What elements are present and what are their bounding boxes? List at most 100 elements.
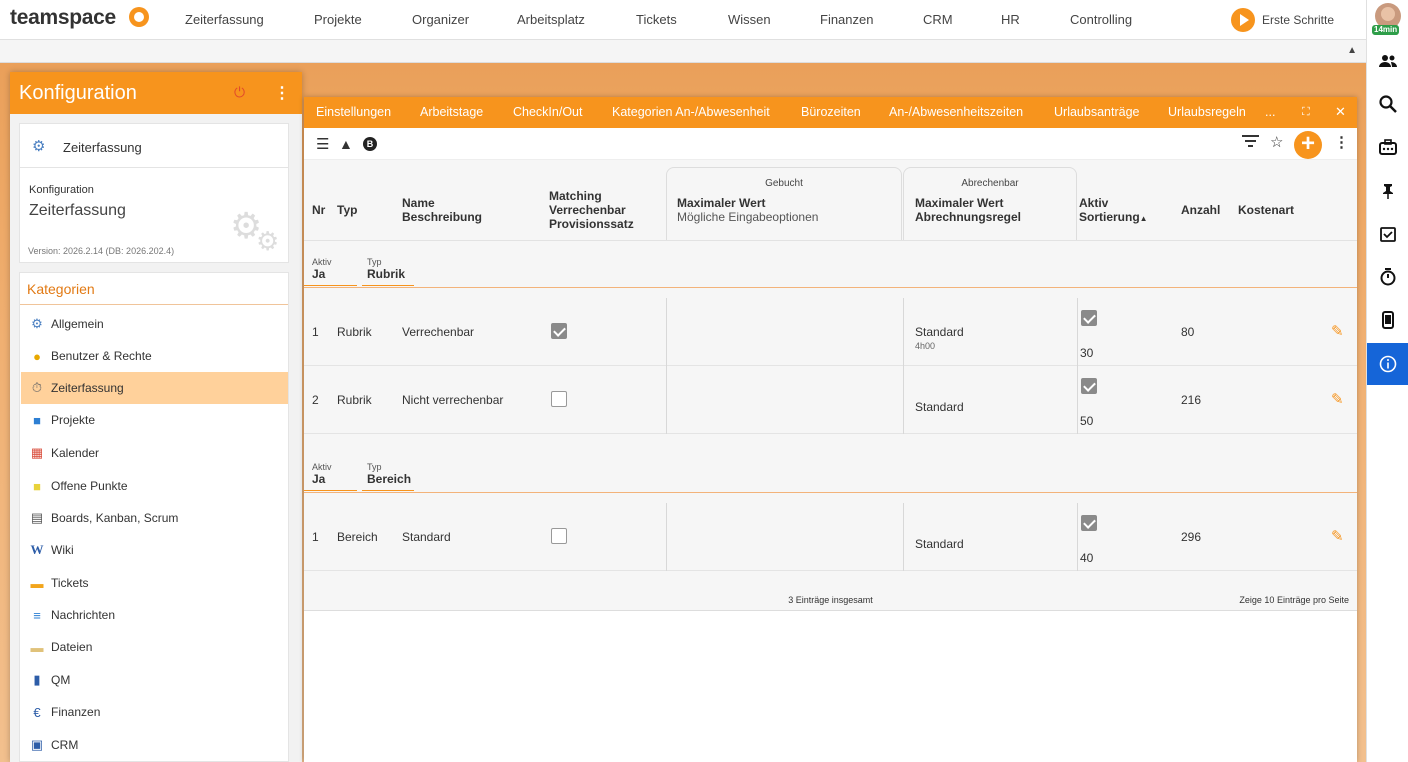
category-projekte[interactable]: ■ Projekte: [21, 404, 288, 436]
category-qm[interactable]: ▮ QM: [21, 664, 288, 696]
col-sortierung-label: Sortierung: [1079, 210, 1140, 224]
tab-checkin-out[interactable]: CheckIn/Out: [513, 105, 582, 119]
col-max-wert-abrechenbar[interactable]: Maximaler Wert Abrechnungsregel: [915, 196, 1021, 224]
category-zeiterfassung[interactable]: ⏱ Zeiterfassung: [21, 372, 288, 404]
configuration-value: Zeiterfassung: [29, 202, 126, 219]
category-kalender[interactable]: ▦ Kalender: [21, 437, 288, 469]
fullscreen-icon[interactable]: ⛶: [1302, 106, 1310, 119]
table-row[interactable]: 2 Rubrik Nicht verrechenbar Standard 50 …: [304, 366, 1357, 434]
info-icon[interactable]: [1367, 343, 1408, 385]
col-matching[interactable]: Matching Verrechenbar Provisionssatz: [549, 189, 634, 231]
nav-projekte[interactable]: Projekte: [314, 12, 362, 27]
category-nachrichten[interactable]: ≡ Nachrichten: [21, 599, 288, 631]
category-crm[interactable]: ▣ CRM: [21, 729, 288, 761]
edit-icon[interactable]: ✎: [1331, 527, 1344, 545]
nav-crm[interactable]: CRM: [923, 12, 953, 27]
category-tickets[interactable]: ▬ Tickets: [21, 567, 288, 599]
col-beschreibung-label: Beschreibung: [402, 210, 483, 224]
col-verrechenbar-label: Verrechenbar: [549, 203, 626, 217]
more-vert-icon[interactable]: ⋮: [1334, 133, 1349, 151]
page-size-value[interactable]: 10: [1264, 595, 1274, 605]
category-label: Wiki: [51, 543, 74, 557]
more-vert-icon[interactable]: ⋮: [274, 83, 290, 103]
category-wiki[interactable]: W Wiki: [21, 534, 288, 566]
category-allgemein[interactable]: ⚙ Allgemein: [21, 308, 288, 340]
mobile-icon[interactable]: [1367, 300, 1408, 340]
table-row[interactable]: 1 Rubrik Verrechenbar Standard 4h00 30 8…: [304, 298, 1357, 366]
col-kostenart[interactable]: Kostenart: [1238, 203, 1294, 217]
tab-more[interactable]: ...: [1265, 105, 1275, 119]
task-check-icon[interactable]: [1367, 214, 1408, 254]
row-typ: Bereich: [337, 530, 378, 544]
search-icon[interactable]: [1367, 84, 1408, 124]
aktiv-checkbox[interactable]: [1081, 310, 1097, 326]
contact-card-icon: ▣: [30, 737, 44, 752]
row-anzahl: 80: [1181, 325, 1195, 339]
category-benutzer-rechte[interactable]: ● Benutzer & Rechte: [21, 340, 288, 372]
edit-icon[interactable]: ✎: [1331, 390, 1344, 408]
menu-icon[interactable]: ☰: [316, 135, 329, 153]
nav-controlling[interactable]: Controlling: [1070, 12, 1132, 27]
aktiv-checkbox[interactable]: [1081, 515, 1097, 531]
verrechenbar-checkbox[interactable]: [551, 391, 567, 407]
nav-finanzen[interactable]: Finanzen: [820, 12, 873, 27]
collapse-strip: ▲: [0, 40, 1366, 63]
power-icon[interactable]: ⏻: [234, 84, 245, 101]
verrechenbar-checkbox[interactable]: [551, 323, 567, 339]
table-row[interactable]: 1 Bereich Standard Standard 40 296 ✎: [304, 503, 1357, 571]
category-dateien[interactable]: ▬ Dateien: [21, 631, 288, 663]
group-aktiv-value: Ja: [312, 472, 326, 486]
filter-icon[interactable]: [1242, 134, 1259, 152]
aktiv-checkbox[interactable]: [1081, 378, 1097, 394]
nav-wissen[interactable]: Wissen: [728, 12, 771, 27]
edit-icon[interactable]: ✎: [1331, 322, 1344, 340]
col-max-wert-gebucht[interactable]: Maximaler Wert Mögliche Eingabeoptionen: [677, 196, 818, 224]
sort-asc-icon: ▲: [1139, 214, 1148, 223]
category-label: Projekte: [51, 413, 96, 427]
page-size-control[interactable]: Zeige 10 Einträge pro Seite: [1239, 595, 1349, 605]
category-boards[interactable]: ▤ Boards, Kanban, Scrum: [21, 502, 288, 534]
tab-urlaubsregeln[interactable]: Urlaubsregeln: [1168, 105, 1246, 119]
category-offene-punkte[interactable]: ■ Offene Punkte: [21, 470, 288, 502]
group-underline: [362, 285, 414, 286]
tab-kategorien[interactable]: Kategorien An-/Abwesenheit: [612, 105, 770, 119]
table-toolbar: ☰ ▲ B ☆ + ⋮: [304, 128, 1357, 160]
module-selector[interactable]: ⚙ Zeiterfassung: [20, 124, 288, 168]
star-icon[interactable]: ☆: [1270, 133, 1283, 151]
nav-hr[interactable]: HR: [1001, 12, 1020, 27]
pin-icon[interactable]: [1367, 171, 1408, 211]
category-label: Allgemein: [51, 317, 104, 331]
teamspace-logo[interactable]: teamspace: [10, 6, 116, 30]
collapse-up-icon[interactable]: ▲: [1347, 45, 1357, 56]
row-sortierung: 30: [1080, 346, 1094, 360]
first-steps-button[interactable]: Erste Schritte: [1231, 8, 1334, 32]
tab-buerozeiten[interactable]: Bürozeiten: [801, 105, 861, 119]
col-nr[interactable]: Nr: [312, 203, 325, 217]
add-button[interactable]: +: [1294, 131, 1322, 159]
verrechenbar-checkbox[interactable]: [551, 528, 567, 544]
col-max-wert-label: Maximaler Wert: [915, 196, 1004, 210]
stopwatch-icon[interactable]: [1367, 257, 1408, 297]
group-aktiv-value: Ja: [312, 267, 326, 281]
triangle-icon[interactable]: ▲: [339, 136, 353, 152]
close-icon[interactable]: ✕: [1335, 104, 1346, 120]
tab-urlaubsantraege[interactable]: Urlaubsanträge: [1054, 105, 1139, 119]
inbox-icon[interactable]: [1367, 127, 1408, 167]
column-divider: [666, 298, 667, 366]
nav-zeiterfassung[interactable]: Zeiterfassung: [185, 12, 264, 27]
tab-einstellungen[interactable]: Einstellungen: [316, 105, 391, 119]
category-finanzen[interactable]: € Finanzen: [21, 696, 288, 728]
users-icon[interactable]: [1367, 41, 1408, 81]
nav-arbeitsplatz[interactable]: Arbeitsplatz: [517, 12, 585, 27]
col-aktiv[interactable]: Aktiv Sortierung▲: [1079, 196, 1148, 226]
col-anzahl[interactable]: Anzahl: [1181, 203, 1220, 217]
b-badge-icon[interactable]: B: [363, 137, 377, 151]
wiki-icon: W: [30, 542, 44, 557]
col-typ[interactable]: Typ: [337, 203, 357, 217]
stopwatch-icon: ⏱: [31, 380, 43, 395]
tab-arbeitstage[interactable]: Arbeitstage: [420, 105, 483, 119]
nav-organizer[interactable]: Organizer: [412, 12, 469, 27]
tab-abwesenheitszeiten[interactable]: An-/Abwesenheitszeiten: [889, 105, 1023, 119]
nav-tickets[interactable]: Tickets: [636, 12, 677, 27]
col-name[interactable]: Name Beschreibung: [402, 196, 482, 224]
